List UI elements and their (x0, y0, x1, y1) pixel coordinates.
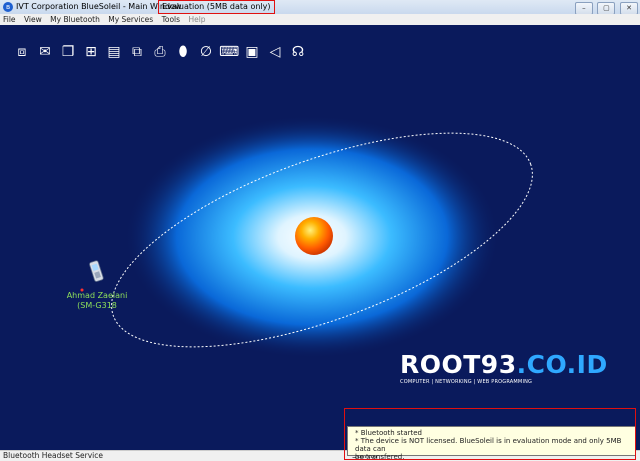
device-model: (SM-G318 (77, 301, 117, 310)
file-transfer-icon[interactable]: ❐ (58, 42, 78, 62)
watermark-tagline: COMPUTER | NETWORKING | WEB PROGRAMMING (400, 379, 533, 385)
watermark-brand: ROOT93 (400, 350, 517, 379)
device-name: Ahmad Zaelani (66, 291, 128, 300)
phone-device-icon[interactable] (89, 260, 104, 282)
service-toolbar: ⧈ ✉ ❐ ⊞ ▤ ⧉ ⎙ ⬮ ∅ ⌨ ▣ ◁ ☊ (12, 41, 311, 63)
menu-file[interactable]: File (0, 14, 19, 25)
main-view: ⧈ ✉ ❐ ⊞ ▤ ⧉ ⎙ ⬮ ∅ ⌨ ▣ ◁ ☊ Ahmad Zaelani (SM-G318 ROO… (0, 25, 640, 450)
menu-view[interactable]: View (21, 14, 45, 25)
network-access-icon[interactable]: ⧈ (12, 42, 32, 62)
bluetooth-scene (80, 115, 533, 359)
watermark-title: ROOT93.CO.ID (400, 350, 607, 379)
device-label[interactable]: Ahmad Zaelani (SM-G318 (62, 291, 132, 311)
printer-icon[interactable]: ⎙ (150, 42, 170, 62)
local-device-orb[interactable] (295, 217, 333, 255)
menu-my-bluetooth[interactable]: My Bluetooth (47, 14, 103, 25)
menu-tools[interactable]: Tools (159, 14, 183, 25)
camera-icon[interactable]: ▣ (242, 42, 262, 62)
watermark-domain: .CO.ID (516, 350, 608, 379)
headset-icon[interactable]: ☊ (288, 42, 308, 62)
pim-sync-icon[interactable]: ⧉ (127, 42, 147, 62)
license-badge: Evaluation (5MB data only) (158, 0, 275, 14)
title-bar: ʙ IVT Corporation BlueSoleil - Main Wind… (0, 0, 640, 15)
bluetooth-app-icon: ʙ (3, 2, 13, 12)
bluetooth-serial-icon[interactable]: ∅ (196, 42, 216, 62)
lan-access-icon[interactable]: ⊞ (81, 42, 101, 62)
menu-help[interactable]: Help (185, 14, 208, 25)
object-push-icon[interactable]: ▤ (104, 42, 124, 62)
window-controls: – ▢ ✕ (573, 1, 638, 15)
watermark-logo: ROOT93.CO.ID COMPUTER | NETWORKING | WEB… (400, 350, 607, 386)
notification-highlight (344, 408, 636, 460)
menu-my-services[interactable]: My Services (105, 14, 156, 25)
keyboard-icon[interactable]: ⌨ (219, 42, 239, 62)
window-title: IVT Corporation BlueSoleil - Main Window (16, 2, 182, 11)
speaker-icon[interactable]: ◁ (265, 42, 285, 62)
fax-icon[interactable]: ✉ (35, 42, 55, 62)
menu-bar: File View My Bluetooth My Services Tools… (0, 14, 640, 25)
mouse-icon[interactable]: ⬮ (173, 42, 193, 62)
